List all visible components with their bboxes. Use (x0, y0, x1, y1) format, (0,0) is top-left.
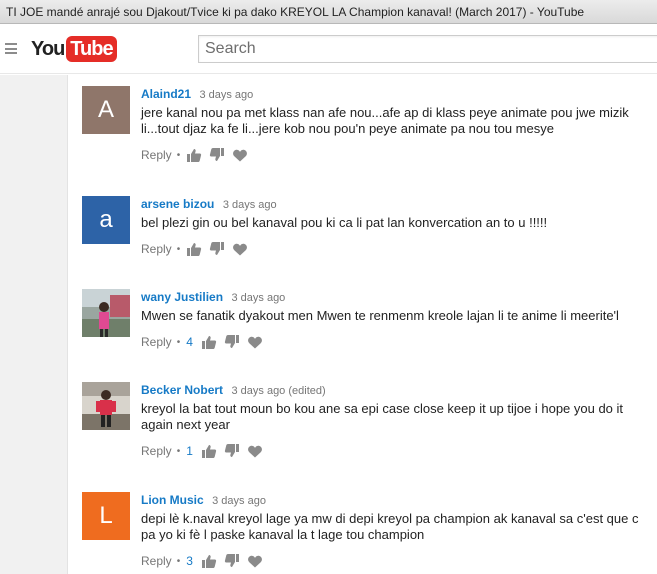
separator-dot: • (176, 555, 181, 567)
comments-list: A Alaind21 3 days ago jere kanal nou pa … (68, 75, 657, 574)
comment-author[interactable]: arsene bizou (141, 197, 214, 211)
avatar[interactable] (82, 289, 130, 337)
separator-dot: • (176, 445, 181, 457)
reply-button[interactable]: Reply (141, 148, 172, 162)
window-title-bar: TI JOE mandé anrajé sou Djakout/Tvice ki… (0, 0, 657, 24)
reply-button[interactable]: Reply (141, 335, 172, 349)
comment-text: depi lè k.naval kreyol lage ya mw di dep… (141, 511, 639, 542)
comment-author[interactable]: Alaind21 (141, 87, 191, 101)
youtube-logo[interactable]: You Tube (31, 36, 117, 62)
heart-icon[interactable] (247, 334, 263, 350)
search-input[interactable] (198, 35, 657, 63)
avatar[interactable] (82, 382, 130, 430)
heart-icon[interactable] (232, 241, 248, 257)
thumbs-down-icon[interactable] (209, 147, 225, 163)
comment-author[interactable]: wany Justilien (141, 290, 223, 304)
comment-text: Mwen se fanatik dyakout men Mwen te renm… (141, 308, 619, 323)
comment-author[interactable]: Lion Music (141, 493, 204, 507)
comment-text: bel plezi gin ou bel kanaval pou ki ca l… (141, 215, 548, 230)
avatar-letter: L (99, 502, 113, 529)
like-count: 3 (186, 554, 193, 568)
avatar-letter: A (97, 96, 114, 123)
comment-time[interactable]: 3 days ago (231, 292, 285, 304)
avatar-letter: a (99, 206, 113, 233)
like-count: 1 (186, 444, 193, 458)
avatar[interactable]: L (82, 492, 130, 540)
separator-dot: • (176, 149, 181, 161)
comment-time[interactable]: 3 days ago (212, 495, 266, 507)
thumbs-down-icon[interactable] (224, 553, 240, 569)
comment-author[interactable]: Becker Nobert (141, 383, 223, 397)
reply-button[interactable]: Reply (141, 554, 172, 568)
logo-tube-text: Tube (66, 36, 117, 62)
left-panel (0, 75, 68, 574)
avatar[interactable]: A (82, 86, 130, 134)
thumbs-down-icon[interactable] (224, 334, 240, 350)
separator-dot: • (176, 243, 181, 255)
like-count: 4 (186, 335, 193, 349)
comment-time[interactable]: 3 days ago (223, 199, 277, 211)
avatar-photo (82, 382, 130, 430)
thumbs-up-icon[interactable] (201, 334, 217, 350)
heart-icon[interactable] (247, 553, 263, 569)
thumbs-up-icon[interactable] (186, 241, 202, 257)
thumbs-down-icon[interactable] (224, 443, 240, 459)
separator-dot: • (176, 336, 181, 348)
comment-text: kreyol la bat tout moun bo kou ane sa ep… (141, 401, 624, 432)
thumbs-down-icon[interactable] (209, 241, 225, 257)
reply-button[interactable]: Reply (141, 444, 172, 458)
comment-text: jere kanal nou pa met klass nan afe nou.… (141, 105, 629, 136)
avatar[interactable]: a (82, 196, 130, 244)
comment-time[interactable]: 3 days ago (edited) (231, 385, 325, 397)
avatar-photo (82, 289, 130, 337)
comment-time[interactable]: 3 days ago (199, 89, 253, 101)
thumbs-up-icon[interactable] (201, 443, 217, 459)
heart-icon[interactable] (247, 443, 263, 459)
menu-icon[interactable] (5, 43, 17, 54)
logo-you-text: You (31, 37, 65, 60)
heart-icon[interactable] (232, 147, 248, 163)
window-title: TI JOE mandé anrajé sou Djakout/Tvice ki… (6, 5, 585, 19)
masthead: You Tube (0, 24, 657, 74)
thumbs-up-icon[interactable] (201, 553, 217, 569)
reply-button[interactable]: Reply (141, 242, 172, 256)
thumbs-up-icon[interactable] (186, 147, 202, 163)
